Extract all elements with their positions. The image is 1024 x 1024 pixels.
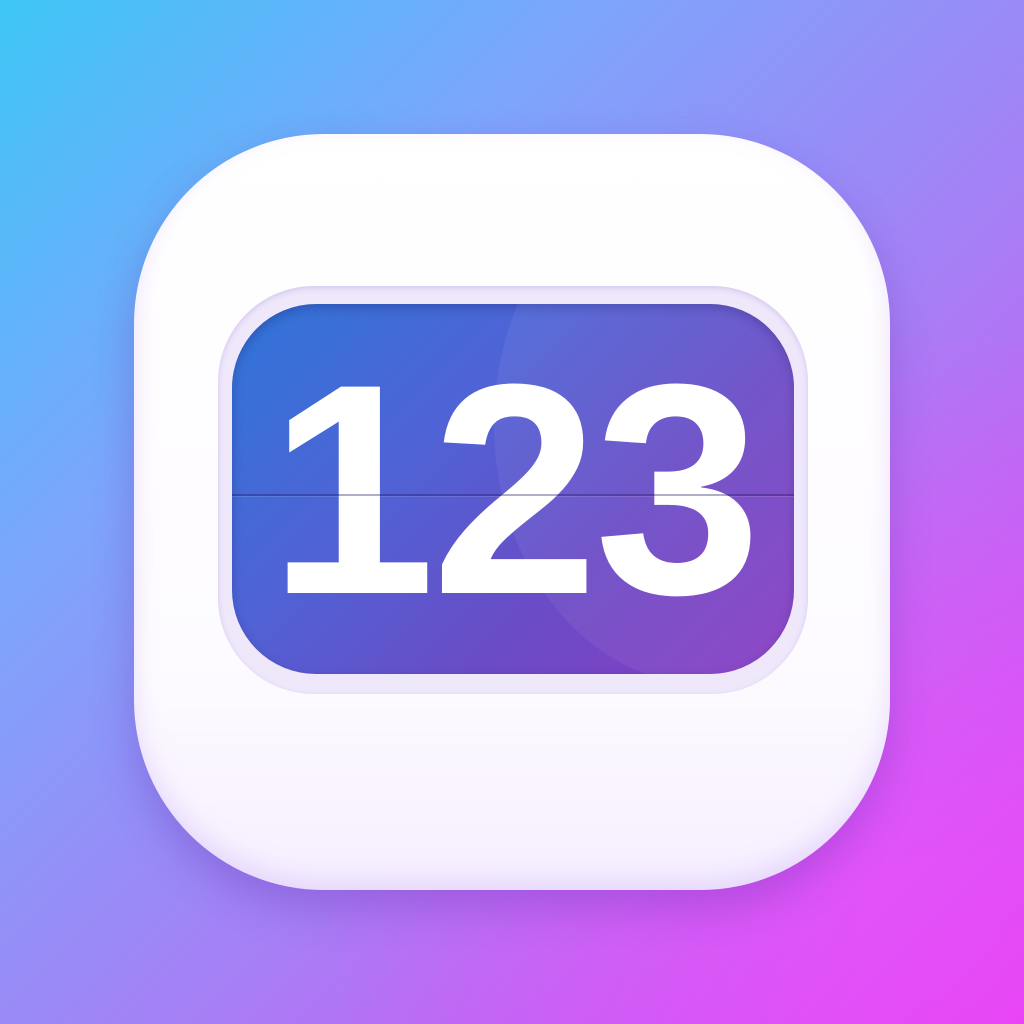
counter-digits: 123 xyxy=(268,321,762,657)
counter-display: 123 xyxy=(232,304,794,674)
counter-bezel: 123 xyxy=(218,286,808,694)
flip-split-line xyxy=(232,494,794,496)
app-icon-tile[interactable]: 123 xyxy=(134,134,890,890)
